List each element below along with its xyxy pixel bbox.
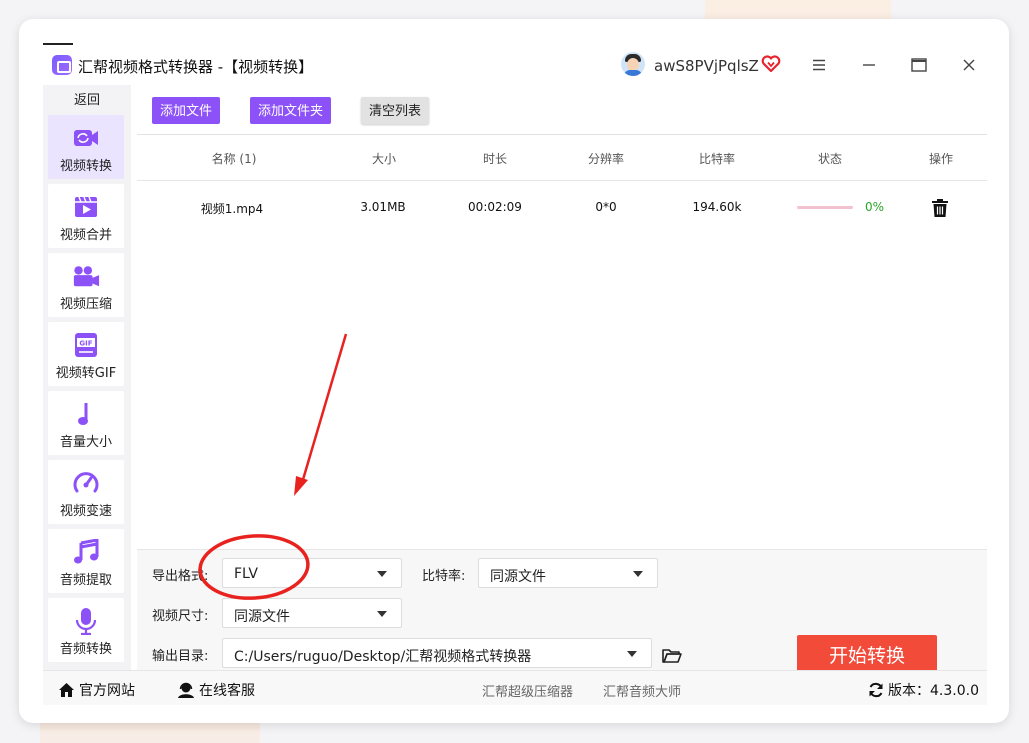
table-row[interactable]: 视频1.mp4 3.01MB 00:02:09 0*0 194.60k 0% <box>137 185 987 231</box>
column-size-header[interactable]: 大小 <box>372 150 396 167</box>
size-value: 同源文件 <box>234 609 290 625</box>
chevron-down-icon <box>627 651 637 657</box>
website-link[interactable]: 官方网站 <box>58 680 135 700</box>
bitrate-value: 同源文件 <box>490 569 546 585</box>
gif-icon: GIF <box>72 332 100 358</box>
output-settings: 导出格式: FLV 比特率: 同源文件 视频尺寸: 同源文件 输出目录: C:/… <box>137 549 987 673</box>
column-duration-header[interactable]: 时长 <box>483 150 507 167</box>
sidebar-item-label: 视频合并 <box>59 228 112 243</box>
chevron-down-icon <box>633 571 643 577</box>
column-status-header[interactable]: 状态 <box>818 150 842 167</box>
bitrate-select[interactable]: 同源文件 <box>478 558 658 588</box>
sidebar-item-label: 音频转换 <box>59 642 112 657</box>
file-name: 视频1.mp4 <box>200 202 264 216</box>
column-resolution-header[interactable]: 分辨率 <box>588 150 624 167</box>
sidebar-item-volume[interactable]: 音量大小 <box>48 391 124 455</box>
close-icon[interactable] <box>954 51 984 79</box>
sidebar-item-label: 音频提取 <box>59 573 112 588</box>
sidebar-item-label: 视频转GIF <box>55 366 117 381</box>
file-list-area <box>137 181 987 549</box>
sidebar-item-audio-extract[interactable]: 音频提取 <box>48 529 124 593</box>
file-bitrate: 194.60k <box>692 200 742 214</box>
sidebar-item-video-merge[interactable]: 视频合并 <box>48 184 124 248</box>
size-select[interactable]: 同源文件 <box>222 598 402 628</box>
version-label: 版本：4.3.0.0 <box>888 683 979 699</box>
version-info[interactable]: 版本：4.3.0.0 <box>868 680 979 700</box>
sidebar-item-video-compress[interactable]: 视频压缩 <box>48 253 124 317</box>
home-icon <box>59 683 74 697</box>
output-dir-value: C:/Users/ruguo/Desktop/汇帮视频格式转换器 <box>234 649 532 665</box>
title-bar: 汇帮视频格式转换器 -【视频转换】 awS8PVjPqlsZ <box>43 43 987 85</box>
sidebar-item-label: 音量大小 <box>59 435 112 450</box>
svg-text:GIF: GIF <box>79 340 92 348</box>
sidebar-item-label: 视频压缩 <box>59 297 112 312</box>
video-camera-icon <box>72 263 100 289</box>
chevron-down-icon <box>377 611 387 617</box>
size-label: 视频尺寸: <box>152 609 209 624</box>
footer: 官方网站 在线客服 汇帮超级压缩器 汇帮音频大师 版本：4.3.0.0 <box>43 670 987 705</box>
app-window: 汇帮视频格式转换器 -【视频转换】 awS8PVjPqlsZ 返回 视频转换 视… <box>43 43 987 705</box>
video-merge-icon <box>72 194 100 220</box>
clear-list-button[interactable]: 清空列表 <box>361 97 430 124</box>
speedometer-icon <box>72 470 100 496</box>
background-decoration <box>705 0 891 20</box>
vip-heart-icon[interactable] <box>761 54 781 74</box>
support-link[interactable]: 在线客服 <box>177 680 255 700</box>
file-size: 3.01MB <box>360 200 406 214</box>
sidebar: 返回 视频转换 视频合并 视频压缩 GIF 视频转GIF 音量大小 视频变速 音… <box>43 85 131 670</box>
toolbar: 添加文件 添加文件夹 清空列表 <box>137 85 987 135</box>
progress-percent: 0% <box>865 200 885 214</box>
file-duration: 00:02:09 <box>468 200 522 214</box>
window-indicator <box>43 43 73 45</box>
trash-icon[interactable] <box>931 198 949 218</box>
audio-master-link[interactable]: 汇帮音频大师 <box>603 681 681 700</box>
column-name-header[interactable]: 名称 (1) <box>212 150 257 167</box>
format-label: 导出格式: <box>152 569 209 584</box>
compressor-link[interactable]: 汇帮超级压缩器 <box>482 681 573 700</box>
start-convert-button[interactable]: 开始转换 <box>797 635 937 673</box>
column-bitrate-header[interactable]: 比特率 <box>699 150 735 167</box>
sidebar-item-label: 视频转换 <box>59 159 112 174</box>
maximize-icon[interactable] <box>904 51 934 79</box>
progress-bar <box>797 206 853 209</box>
chevron-down-icon <box>377 571 387 577</box>
sidebar-item-speed[interactable]: 视频变速 <box>48 460 124 524</box>
table-header: 名称 (1) 大小 时长 分辨率 比特率 状态 操作 <box>137 135 987 181</box>
column-action-header[interactable]: 操作 <box>929 150 953 167</box>
video-convert-icon <box>72 125 100 151</box>
sidebar-item-video-gif[interactable]: GIF 视频转GIF <box>48 322 124 386</box>
sidebar-item-label: 视频变速 <box>59 504 112 519</box>
app-logo-icon <box>52 55 72 75</box>
bitrate-label: 比特率: <box>422 569 466 584</box>
sidebar-item-video-convert[interactable]: 视频转换 <box>48 115 124 179</box>
format-select[interactable]: FLV <box>222 558 402 588</box>
back-link[interactable]: 返回 <box>43 89 131 108</box>
output-dir-select[interactable]: C:/Users/ruguo/Desktop/汇帮视频格式转换器 <box>222 638 652 668</box>
file-resolution: 0*0 <box>595 200 617 214</box>
music-notes-icon <box>72 539 100 565</box>
music-note-icon <box>72 401 100 427</box>
support-label: 在线客服 <box>199 683 255 699</box>
sidebar-item-audio-convert[interactable]: 音频转换 <box>48 598 124 662</box>
menu-icon[interactable] <box>804 51 834 79</box>
add-folder-button[interactable]: 添加文件夹 <box>250 97 332 124</box>
refresh-icon <box>869 682 883 698</box>
format-value: FLV <box>234 566 258 582</box>
user-avatar[interactable] <box>621 52 645 76</box>
background-decoration <box>40 730 260 743</box>
output-dir-label: 输出目录: <box>152 649 209 664</box>
app-title: 汇帮视频格式转换器 -【视频转换】 <box>78 58 314 76</box>
microphone-icon <box>72 608 100 635</box>
username[interactable]: awS8PVjPqlsZ <box>654 57 759 75</box>
folder-open-icon[interactable] <box>662 648 682 664</box>
website-label: 官方网站 <box>79 683 135 699</box>
add-file-button[interactable]: 添加文件 <box>152 97 221 124</box>
minimize-icon[interactable] <box>854 51 884 79</box>
headset-icon <box>178 682 194 698</box>
